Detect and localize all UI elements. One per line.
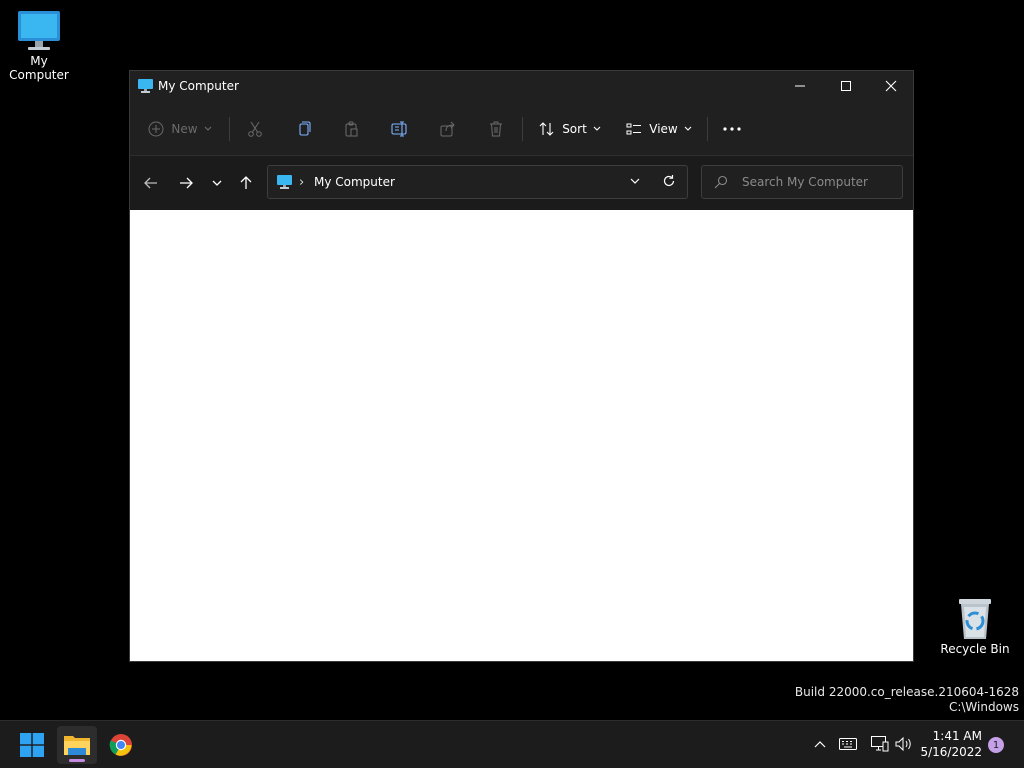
plus-circle-icon [148, 121, 164, 137]
address-bar[interactable]: › My Computer [267, 165, 688, 199]
chevron-down-icon[interactable] [628, 174, 642, 188]
chrome-icon [109, 734, 132, 756]
rename-icon [391, 121, 407, 137]
refresh-icon[interactable] [662, 174, 676, 188]
close-button[interactable] [868, 71, 914, 101]
close-icon [885, 80, 897, 92]
build-version: Build 22000.co_release.210604-1628 [794, 685, 1019, 699]
monitor-icon [18, 11, 60, 50]
minimize-icon [795, 85, 805, 87]
forward-button[interactable] [172, 169, 200, 197]
taskbar-chrome[interactable] [101, 726, 141, 764]
more-options-button[interactable] [718, 107, 746, 151]
more-icon [723, 127, 741, 131]
chevron-up-icon [814, 741, 826, 748]
maximize-icon [841, 81, 851, 91]
back-button[interactable] [137, 169, 165, 197]
share-button[interactable] [434, 107, 462, 151]
sort-button[interactable]: Sort [534, 107, 606, 151]
volume-icon [895, 737, 911, 751]
chevron-down-icon [204, 126, 211, 131]
arrow-left-icon [144, 177, 157, 189]
cut-button[interactable] [241, 107, 269, 151]
copy-icon [299, 121, 311, 136]
delete-button[interactable] [482, 107, 510, 151]
search-icon [714, 175, 728, 189]
share-icon [440, 121, 455, 137]
toolbar-separator [522, 117, 523, 141]
new-label: New [171, 122, 198, 136]
cut-icon [248, 121, 262, 137]
copy-button[interactable] [290, 107, 318, 151]
view-icon [626, 123, 642, 135]
keyboard-icon [839, 738, 857, 750]
windows-start-icon [20, 733, 44, 757]
taskbar-file-explorer[interactable] [57, 726, 97, 764]
keyboard-button[interactable] [837, 733, 859, 755]
monitor-icon [277, 175, 292, 189]
taskbar: 1:41 AM 5/16/2022 1 [0, 720, 1024, 768]
recycle-bin-icon [959, 599, 991, 639]
network-button[interactable] [869, 733, 891, 755]
arrow-up-icon [240, 176, 252, 189]
breadcrumb[interactable]: My Computer [314, 175, 395, 189]
minimize-button[interactable] [777, 71, 823, 101]
clock[interactable]: 1:41 AM 5/16/2022 [918, 728, 982, 760]
chevron-down-icon [684, 126, 692, 131]
desktop-icon-label: Recycle Bin [940, 642, 1010, 656]
rename-button[interactable] [386, 107, 414, 151]
search-input[interactable]: Search My Computer [701, 165, 903, 199]
toolbar-separator [707, 117, 708, 141]
clock-time: 1:41 AM [932, 729, 982, 743]
chevron-down-icon [212, 180, 222, 186]
notification-badge[interactable]: 1 [988, 737, 1004, 753]
arrow-right-icon [180, 177, 193, 189]
windows-path: C:\Windows [948, 700, 1019, 714]
desktop-icon-recycle-bin[interactable]: Recycle Bin [935, 598, 1015, 656]
navigation-bar: › My Computer Search My Computer [130, 156, 913, 210]
start-button[interactable] [12, 726, 52, 764]
toolbar-separator [229, 117, 230, 141]
volume-button[interactable] [893, 733, 915, 755]
delete-icon [490, 121, 502, 137]
view-label: View [649, 122, 678, 136]
up-button[interactable] [232, 169, 260, 197]
show-hidden-icons-button[interactable] [809, 733, 831, 755]
recent-locations-button[interactable] [203, 169, 231, 197]
paste-icon [345, 121, 358, 137]
new-button[interactable]: New [144, 107, 216, 151]
maximize-button[interactable] [823, 71, 869, 101]
file-explorer-window: My Computer New Sort View › My Computer … [129, 70, 914, 662]
desktop-icon-my-computer[interactable]: My Computer [0, 10, 79, 82]
title-bar[interactable]: My Computer [130, 71, 913, 103]
search-placeholder: Search My Computer [742, 175, 868, 189]
sort-label: Sort [562, 122, 587, 136]
monitor-icon [138, 79, 153, 93]
sort-icon [539, 122, 554, 136]
view-button[interactable]: View [622, 107, 696, 151]
file-explorer-icon [64, 736, 90, 755]
network-icon [871, 736, 889, 752]
breadcrumb-separator: › [299, 175, 305, 190]
paste-button[interactable] [337, 107, 365, 151]
command-bar: New Sort View [130, 107, 913, 151]
active-indicator [69, 759, 85, 762]
file-list-area[interactable] [130, 210, 913, 661]
clock-date: 5/16/2022 [920, 745, 982, 759]
window-title: My Computer [158, 79, 239, 93]
build-watermark: Build 22000.co_release.210604-1628 C:\Wi… [795, 685, 1019, 715]
desktop-icon-label: My Computer [9, 54, 69, 82]
chevron-down-icon [593, 126, 601, 131]
